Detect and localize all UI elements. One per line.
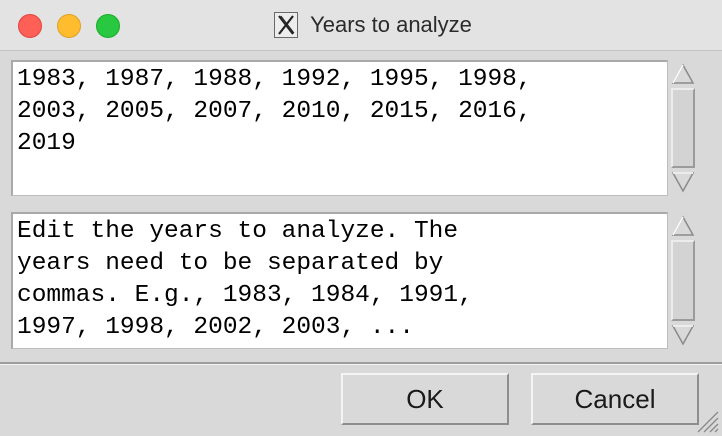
title-bar[interactable]: Years to analyze — [0, 0, 722, 51]
help-line: Edit the years to analyze. The — [17, 218, 459, 245]
dialog-window: Years to analyze 1983, 1987, 1988, 1992,… — [0, 0, 722, 436]
x-window-icon — [274, 12, 299, 38]
help-text: Edit the years to analyze. The years nee… — [13, 214, 667, 344]
help-scrollbar[interactable] — [668, 212, 698, 349]
help-textarea[interactable]: Edit the years to analyze. The years nee… — [11, 212, 668, 349]
scroll-down-arrow-icon[interactable] — [671, 323, 695, 347]
years-scroll-thumb[interactable] — [671, 88, 695, 168]
help-line: 1997, 1998, 2002, 2003, ... — [17, 314, 414, 341]
help-scroll-thumb[interactable] — [671, 240, 695, 321]
scroll-up-arrow-icon[interactable] — [671, 62, 695, 86]
scroll-up-arrow-icon[interactable] — [671, 214, 695, 238]
years-text[interactable]: 1983, 1987, 1988, 1992, 1995, 1998, 2003… — [13, 62, 667, 160]
title-group: Years to analyze — [0, 0, 722, 50]
years-textarea[interactable]: 1983, 1987, 1988, 1992, 1995, 1998, 2003… — [11, 60, 668, 196]
help-line: commas. E.g., 1983, 1984, 1991, — [17, 282, 473, 309]
cancel-button[interactable]: Cancel — [531, 373, 699, 425]
help-line: years need to be separated by — [17, 250, 444, 277]
years-scrollbar[interactable] — [668, 60, 698, 196]
window-title: Years to analyze — [310, 12, 472, 37]
scroll-down-arrow-icon[interactable] — [671, 170, 695, 194]
ok-button[interactable]: OK — [341, 373, 509, 425]
separator — [0, 362, 722, 365]
years-line: 2019 — [17, 130, 76, 157]
resize-grip-icon[interactable] — [694, 408, 720, 434]
years-line: 1983, 1987, 1988, 1992, 1995, 1998, — [17, 66, 532, 93]
years-line: 2003, 2005, 2007, 2010, 2015, 2016, — [17, 98, 532, 125]
